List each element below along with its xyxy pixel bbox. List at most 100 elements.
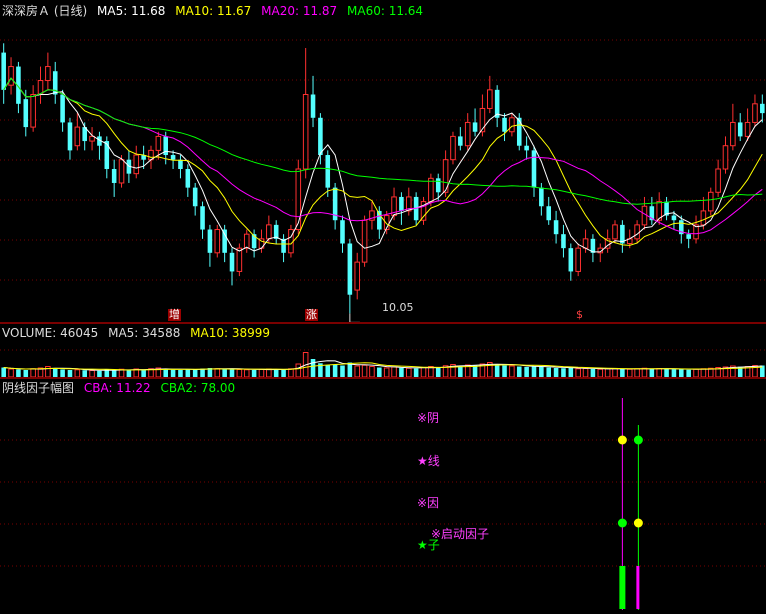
volume-bar — [354, 365, 361, 378]
candle-body — [170, 155, 176, 160]
volume-bar — [620, 369, 625, 377]
ma60-line — [3, 77, 763, 205]
candle-body — [516, 117, 522, 146]
volume-bar — [30, 368, 36, 378]
volume-bar — [597, 368, 604, 378]
candle-body — [302, 94, 309, 170]
candle-body — [118, 159, 125, 184]
volume-bar — [634, 368, 640, 378]
candle-body — [612, 224, 618, 240]
volume-bar — [612, 368, 618, 378]
volume-bar — [258, 369, 265, 378]
volume-bar — [361, 364, 368, 378]
volume-bar — [214, 368, 221, 378]
volume-bar — [229, 368, 235, 377]
volume-bar — [243, 369, 250, 378]
candle-body — [531, 150, 537, 188]
candle-body — [67, 122, 73, 151]
volume-bar — [141, 369, 146, 377]
volume-bar — [435, 367, 441, 377]
candle-body — [524, 145, 529, 151]
candle-body — [450, 135, 456, 161]
signal-zi: ★子 — [417, 538, 440, 552]
candle-body — [222, 229, 227, 253]
pane-divider-volume — [0, 377, 766, 379]
candle-body — [325, 155, 331, 188]
candle-body — [641, 205, 648, 226]
volume-bar — [281, 369, 286, 377]
pane-divider-price — [0, 322, 766, 324]
candle-body — [686, 234, 691, 239]
candle-body — [192, 187, 198, 207]
candle-body — [133, 154, 140, 175]
candle-body — [89, 135, 95, 142]
candle-body — [435, 178, 441, 193]
indicator-name: 阴线因子幅图 — [2, 381, 75, 395]
volume-bar — [222, 369, 227, 377]
signal-dot-yellow — [633, 518, 643, 528]
candle-body — [634, 224, 640, 240]
volume-bar — [383, 367, 390, 378]
candle-body — [1, 52, 6, 90]
candle-body — [318, 117, 323, 156]
volume-bar — [192, 369, 198, 377]
candle-body — [737, 122, 743, 137]
volume-bar — [325, 365, 331, 377]
candle-body — [744, 121, 751, 137]
volume-bar — [377, 367, 382, 377]
volume-bar — [369, 366, 375, 378]
candle-body — [310, 94, 316, 118]
candle-body — [575, 247, 581, 272]
candle-body — [458, 136, 463, 146]
volume-bar — [111, 370, 117, 377]
signal-dot-green — [633, 435, 643, 445]
ma20-readout: MA20: 11.87 — [261, 4, 338, 18]
volume-bar — [1, 367, 6, 377]
candle-body — [399, 196, 404, 211]
volume-bar — [502, 365, 507, 377]
candle-body — [214, 229, 221, 254]
stock-label: 深深房Ａ (日线) — [2, 4, 88, 18]
candle-body — [502, 117, 507, 132]
marker-zhang: 涨 — [305, 308, 318, 321]
volume-readout: VOLUME: 46045 — [2, 326, 99, 340]
candle-body — [104, 141, 110, 169]
ma10-readout: MA10: 11.67 — [175, 4, 252, 18]
ma5-line — [3, 77, 763, 253]
candle-body — [561, 234, 566, 249]
vol-ma5-readout: MA5: 34588 — [108, 326, 181, 340]
candle-body — [722, 145, 729, 170]
candle-body — [707, 191, 714, 212]
volume-bar — [664, 368, 669, 377]
candle-body — [60, 94, 65, 123]
candle-body — [752, 103, 758, 123]
volume-header: VOLUME: 46045 MA5: 34588 MA10: 38999 — [2, 326, 276, 340]
candle-body — [730, 121, 736, 147]
low-pointer — [349, 313, 360, 323]
candle-body — [295, 168, 302, 231]
volume-bar — [391, 366, 397, 378]
volume-bar — [700, 368, 707, 378]
volume-bar — [561, 368, 566, 377]
indicator-header: 阴线因子幅图 CBA: 11.22 CBA2: 78.00 — [2, 381, 241, 395]
volume-bar — [16, 369, 21, 377]
volume-bar — [649, 369, 655, 377]
volume-bar — [590, 369, 596, 377]
volume-bar — [126, 370, 132, 377]
volume-bar — [399, 367, 404, 377]
volume-bar — [420, 367, 427, 378]
candle-body — [472, 122, 478, 132]
volume-bar — [509, 365, 515, 378]
volume-bar — [251, 370, 257, 377]
volume-bar — [310, 359, 316, 377]
candle-body — [428, 177, 434, 203]
volume-bar — [524, 367, 529, 377]
volume-bar — [413, 368, 419, 377]
candle-body — [200, 206, 205, 230]
marker-dollar: $ — [576, 308, 583, 321]
marker-zeng: 增 — [168, 308, 181, 321]
volume-bar — [170, 369, 176, 377]
volume-bar — [405, 367, 412, 378]
volume-bar — [236, 369, 243, 378]
candle-body — [23, 99, 29, 128]
